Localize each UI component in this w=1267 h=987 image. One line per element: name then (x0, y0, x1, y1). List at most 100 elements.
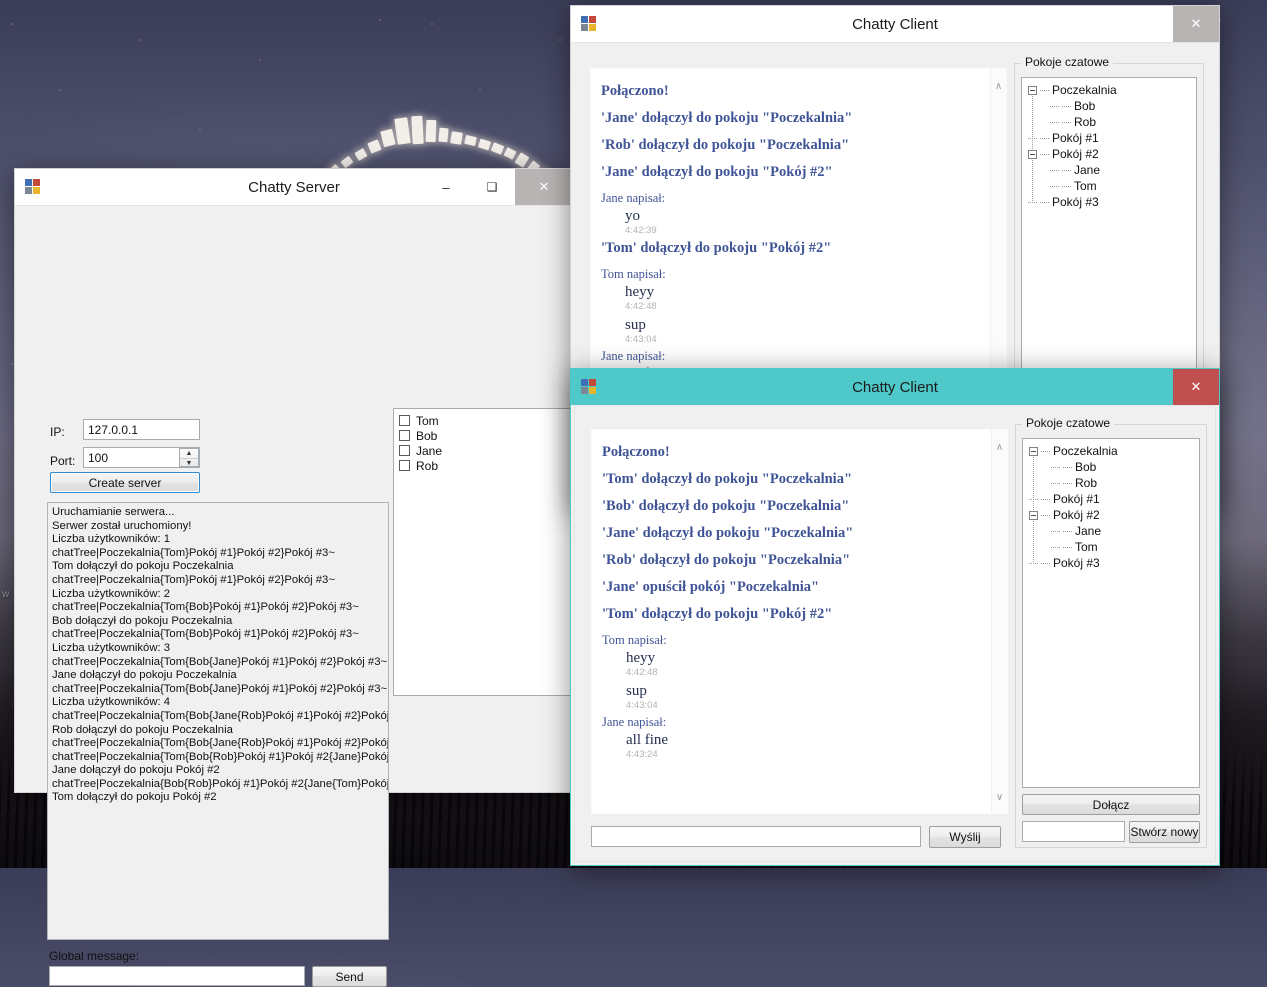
tree-user-node[interactable]: Bob (1023, 459, 1199, 475)
tree-branch-icon (1029, 562, 1038, 564)
tree-room-node[interactable]: Pokój #3 (1022, 194, 1196, 210)
tree-connector-icon (1062, 105, 1071, 107)
user-list-item[interactable]: Bob (399, 428, 572, 443)
create-room-button[interactable]: Stwórz nowy (1129, 821, 1200, 843)
tree-room-node[interactable]: Pokój #1 (1023, 491, 1199, 507)
chat-event-line: 'Jane' opuścił pokój "Poczekalnia" (602, 579, 820, 595)
log-line: chatTree|Poczekalnia{Tom}Pokój #1}Pokój … (52, 546, 335, 559)
ip-label: IP: (50, 425, 65, 439)
tree-connector-icon (1041, 450, 1050, 452)
tree-collapse-icon[interactable] (1028, 149, 1037, 159)
send-button[interactable]: Send (312, 966, 387, 987)
chat-event-line: 'Bob' dołączył do pokoju "Poczekalnia" (602, 498, 850, 514)
tree-user-node[interactable]: Jane (1023, 523, 1199, 539)
client-front-chat-view[interactable]: Połączono! 'Tom' dołączył do pokoju "Pocz… (591, 429, 1008, 814)
tree-user-node[interactable]: Rob (1023, 475, 1199, 491)
send-message-button[interactable]: Wyślij (929, 826, 1001, 848)
minimize-button[interactable]: – (423, 169, 469, 205)
log-line: Tom dołączył do pokoju Poczekalnia (52, 560, 234, 573)
log-line: chatTree|Poczekalnia{Tom{Bob}Pokój #1}Po… (52, 628, 359, 641)
new-room-name-input[interactable] (1022, 821, 1125, 842)
tree-connector-icon (1063, 530, 1072, 532)
tree-room-node[interactable]: Poczekalnia (1022, 82, 1196, 98)
scroll-up-arrow-icon[interactable]: ∧ (992, 440, 1007, 455)
tree-room-node[interactable]: Pokój #3 (1023, 555, 1199, 571)
client-front-chat-scrollbar[interactable]: ∧ ∨ (991, 430, 1007, 813)
join-room-button[interactable]: Dołącz (1022, 794, 1200, 815)
log-line: chatTree|Poczekalnia{Bob{Rob}Pokój #1}Po… (52, 777, 389, 790)
client-front-room-tree[interactable]: Poczekalnia Bob Rob Pokój #1 Pokój #2 Jane Tom… (1022, 438, 1200, 788)
port-spinner[interactable]: ▲ ▼ (179, 448, 199, 467)
create-server-button[interactable]: Create server (50, 472, 200, 493)
tree-node-label: Pokój #3 (1052, 195, 1099, 209)
chat-author-line: Tom napisał: (602, 633, 667, 647)
log-line: chatTree|Poczekalnia{Tom}Pokój #1}Pokój … (52, 573, 335, 586)
chatty-client-window-active[interactable]: Chatty Client ✕ Połączono! 'Tom' dołączył… (570, 368, 1220, 866)
port-spinner-up[interactable]: ▲ (180, 449, 198, 458)
tree-collapse-icon[interactable] (1029, 510, 1038, 520)
log-line: Liczba użytkowników: 3 (52, 641, 171, 654)
chat-author-line: Jane napisał: (601, 191, 666, 205)
user-name-label: Bob (416, 428, 438, 443)
chat-event-line: 'Jane' dołączył do pokoju "Poczekalnia" (602, 525, 854, 541)
tree-room-node[interactable]: Poczekalnia (1023, 443, 1199, 459)
tree-room-node[interactable]: Pokój #2 (1023, 507, 1199, 523)
server-window-controls[interactable]: – ❑ ✕ (423, 169, 573, 205)
tree-user-node[interactable]: Rob (1022, 114, 1196, 130)
user-checkbox[interactable] (399, 415, 410, 426)
log-line: Tom dołączył do pokoju Pokój #2 (52, 791, 217, 804)
chat-message-timestamp: 4:43:04 (626, 700, 658, 711)
chatty-server-window[interactable]: Chatty Server – ❑ ✕ IP: Port: ▲ ▼ Create… (14, 168, 574, 987)
user-checkbox[interactable] (399, 460, 410, 471)
tree-room-node[interactable]: Pokój #1 (1022, 130, 1196, 146)
client-front-message-input[interactable] (591, 826, 921, 847)
tree-node-label: Pokój #2 (1052, 147, 1099, 161)
close-button[interactable]: ✕ (515, 169, 573, 205)
user-checkbox[interactable] (399, 445, 410, 456)
scroll-up-arrow-icon[interactable]: ∧ (991, 79, 1006, 94)
server-title-bar[interactable]: Chatty Server – ❑ ✕ (15, 169, 573, 205)
tree-branch-icon (1051, 466, 1060, 468)
tree-branch-icon (1028, 201, 1037, 203)
user-checkbox-rows: Tom Bob Jane Rob (394, 413, 572, 473)
connected-users-list[interactable]: Tom Bob Jane Rob (393, 408, 573, 696)
tree-user-node[interactable]: Bob (1022, 98, 1196, 114)
port-spinner-down[interactable]: ▼ (180, 458, 198, 468)
client-front-title-bar[interactable]: Chatty Client ✕ (571, 369, 1219, 405)
chat-message-timestamp: 4:43:24 (626, 749, 658, 760)
tree-connector-icon (1041, 562, 1050, 564)
tree-user-node[interactable]: Jane (1022, 162, 1196, 178)
tree-connector-icon (1040, 153, 1049, 155)
client-back-window-controls[interactable]: ✕ (1173, 6, 1219, 42)
close-button[interactable]: ✕ (1173, 369, 1219, 405)
log-line: Jane dołączył do pokoju Pokój #2 (52, 764, 220, 777)
chat-event-line: 'Rob' dołączył do pokoju "Poczekalnia" (602, 552, 851, 568)
server-log[interactable]: Uruchamianie serwera... Serwer został uru… (47, 502, 389, 940)
tree-room-node[interactable]: Pokój #2 (1022, 146, 1196, 162)
close-button[interactable]: ✕ (1173, 6, 1219, 42)
tree-node-label: Tom (1074, 179, 1097, 193)
user-name-label: Jane (416, 443, 443, 458)
user-list-item[interactable]: Rob (399, 458, 572, 473)
log-line: chatTree|Poczekalnia{Tom{Bob}Pokój #1}Po… (52, 601, 359, 614)
tree-collapse-icon[interactable] (1028, 85, 1037, 95)
ip-input[interactable] (83, 419, 200, 440)
client-back-title-bar[interactable]: Chatty Client ✕ (571, 6, 1219, 42)
maximize-button[interactable]: ❑ (469, 169, 515, 205)
tree-branch-icon (1051, 546, 1060, 548)
tree-collapse-icon[interactable] (1029, 446, 1038, 456)
client-back-room-tree[interactable]: Poczekalnia Bob Rob Pokój #1 Pokój #2 Jane Tom… (1021, 77, 1197, 382)
global-message-input[interactable] (49, 966, 305, 986)
user-checkbox[interactable] (399, 430, 410, 441)
scroll-down-arrow-icon[interactable]: ∨ (992, 790, 1007, 805)
user-list-item[interactable]: Tom (399, 413, 572, 428)
log-line: Jane dołączył do pokoju Poczekalnia (52, 669, 237, 682)
tree-user-node[interactable]: Tom (1023, 539, 1199, 555)
tree-branch-icon (1050, 185, 1059, 187)
chat-message-timestamp: 4:42:39 (625, 225, 657, 236)
chat-message-text: sup (625, 317, 646, 333)
tree-node-label: Rob (1075, 476, 1098, 490)
client-front-window-controls[interactable]: ✕ (1173, 369, 1219, 405)
user-list-item[interactable]: Jane (399, 443, 572, 458)
tree-user-node[interactable]: Tom (1022, 178, 1196, 194)
